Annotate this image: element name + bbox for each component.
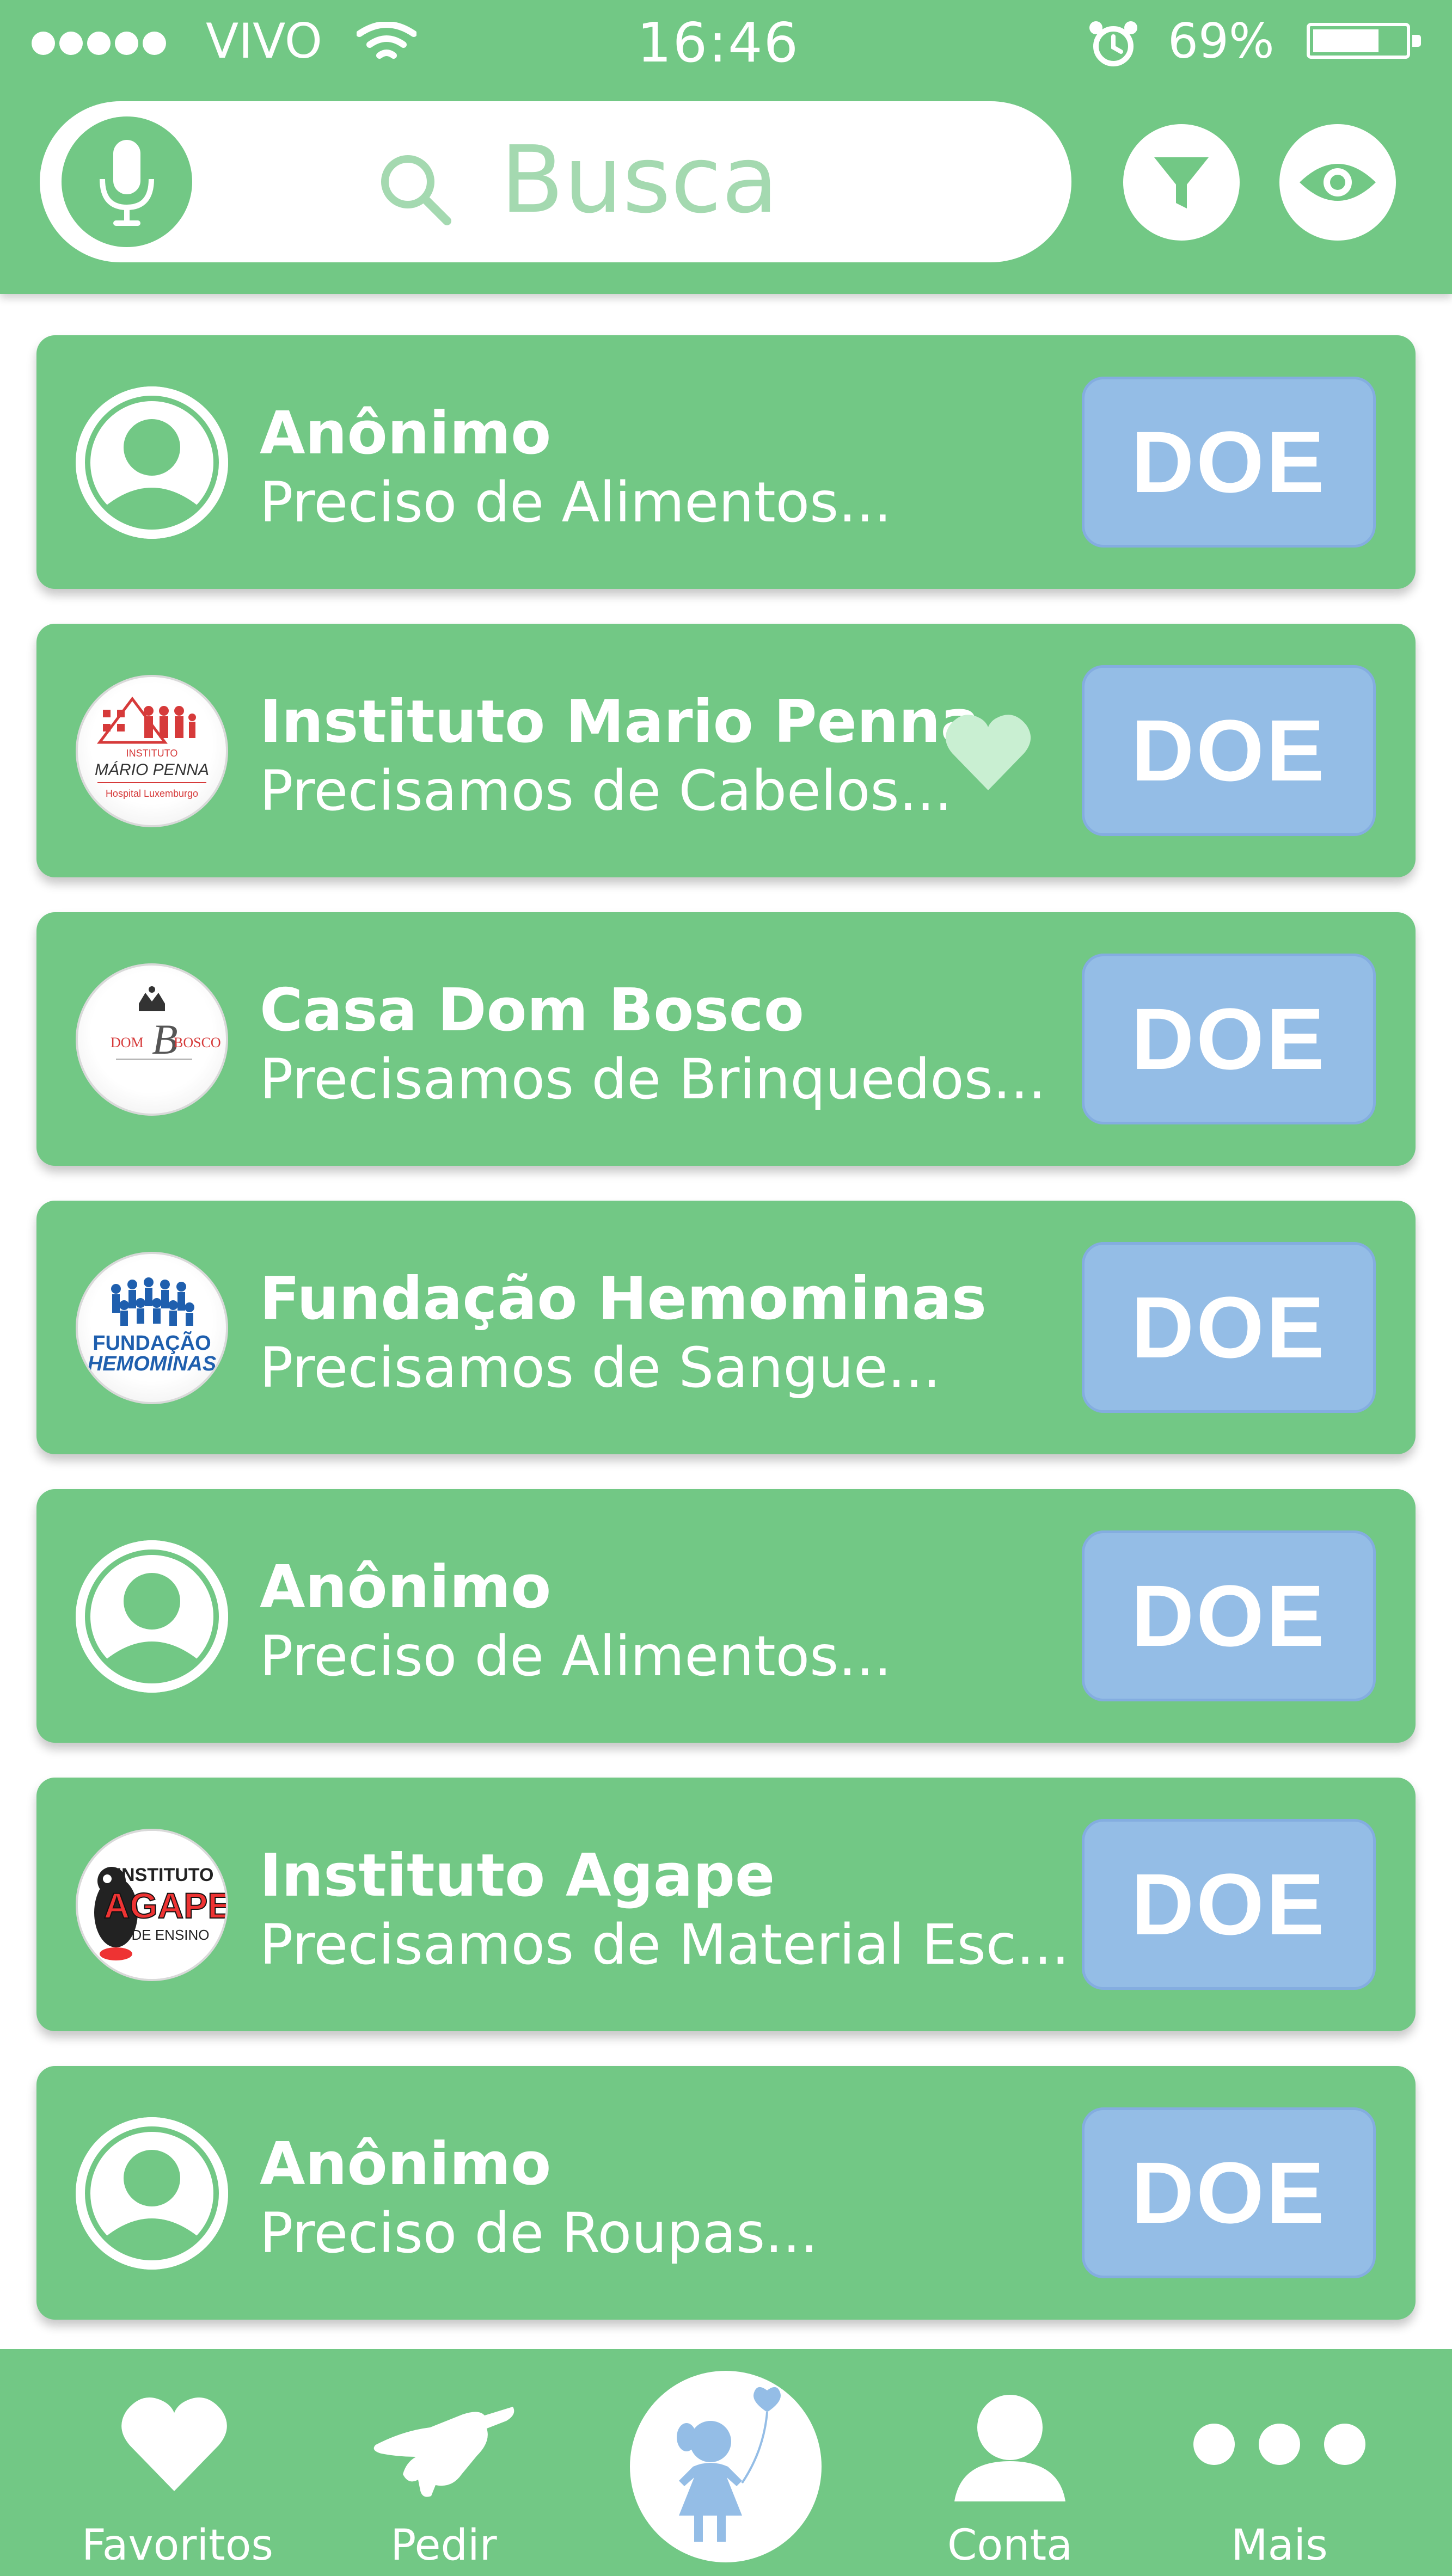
- item-name: Anônimo: [260, 399, 552, 468]
- donate-button[interactable]: DOE: [1082, 1819, 1376, 1990]
- user-avatar-icon: [76, 1540, 228, 1693]
- favorite-heart-icon[interactable]: [945, 711, 1032, 795]
- item-name: Anônimo: [260, 2130, 552, 2198]
- tab-conta[interactable]: Conta: [926, 2349, 1094, 2576]
- svg-text:HEMOMINAS: HEMOMINAS: [88, 1352, 216, 1375]
- alarm-clock-icon: [1086, 19, 1141, 70]
- view-button[interactable]: [1279, 124, 1396, 241]
- item-description: Preciso de Alimentos...: [260, 470, 892, 535]
- tab-mais[interactable]: Mais: [1187, 2349, 1372, 2576]
- agape-logo: INSTITUTO AGAPE DE ENSINO: [76, 1829, 228, 1981]
- svg-text:INSTITUTO: INSTITUTO: [117, 1865, 214, 1885]
- donate-button[interactable]: DOE: [1082, 2107, 1376, 2278]
- svg-text:BOSCO: BOSCO: [174, 1035, 221, 1050]
- mario-penna-logo: INSTITUTO MÁRIO PENNA Hospital Luxemburg…: [76, 675, 228, 827]
- tab-pedir[interactable]: Pedir: [359, 2349, 528, 2576]
- item-description: Precisamos de Sangue...: [260, 1336, 941, 1400]
- heart-icon: [121, 2397, 227, 2492]
- girl-with-balloon-icon: [677, 2387, 781, 2542]
- search-bar[interactable]: Busca: [40, 101, 1071, 262]
- item-name: Anônimo: [260, 1553, 552, 1621]
- more-dots-icon: [1193, 2424, 1365, 2465]
- filter-icon: [1154, 157, 1209, 208]
- battery-percent: 69%: [1168, 13, 1275, 69]
- tab-label: Conta: [947, 2521, 1073, 2570]
- tab-label: Favoritos: [82, 2521, 274, 2570]
- item-name: Fundação Hemominas: [260, 1265, 987, 1333]
- item-description: Preciso de Roupas...: [260, 2201, 818, 2266]
- svg-text:DE ENSINO: DE ENSINO: [131, 1927, 209, 1943]
- donate-button[interactable]: DOE: [1082, 377, 1376, 548]
- list-item[interactable]: FUNDAÇÃO HEMOMINAS Fundação Hemominas Pr…: [36, 1201, 1416, 1454]
- dom-bosco-logo: DOM B BOSCO: [76, 963, 228, 1116]
- hemominas-logo: FUNDAÇÃO HEMOMINAS: [76, 1252, 228, 1404]
- svg-text:MÁRIO PENNA: MÁRIO PENNA: [95, 761, 209, 779]
- filter-button[interactable]: [1123, 124, 1240, 241]
- signal-dots-icon: [32, 32, 166, 55]
- user-avatar-icon: [76, 2117, 228, 2270]
- donate-button[interactable]: DOE: [1082, 1530, 1376, 1701]
- donate-button[interactable]: DOE: [1082, 954, 1376, 1124]
- donate-center-button[interactable]: [630, 2371, 822, 2562]
- svg-text:AGAPE: AGAPE: [104, 1885, 226, 1926]
- tab-label: Pedir: [390, 2521, 497, 2570]
- microphone-icon: [100, 140, 154, 226]
- battery-icon: [1307, 23, 1421, 59]
- microphone-button[interactable]: [62, 116, 192, 247]
- search-icon: [377, 151, 454, 230]
- status-bar: VIVO 16:46 69%: [0, 0, 1452, 82]
- status-time: 16:46: [637, 11, 800, 75]
- svg-text:DOM: DOM: [111, 1035, 144, 1050]
- item-name: Instituto Mario Penna: [260, 688, 981, 756]
- list-item[interactable]: INSTITUTO AGAPE DE ENSINO Instituto Agap…: [36, 1778, 1416, 2031]
- item-description: Preciso de Alimentos...: [260, 1624, 892, 1689]
- app-header: VIVO 16:46 69% Busca: [0, 0, 1452, 294]
- list-item[interactable]: INSTITUTO MÁRIO PENNA Hospital Luxemburg…: [36, 624, 1416, 877]
- account-icon: [954, 2395, 1065, 2501]
- list-item[interactable]: Anônimo Preciso de Roupas... DOE: [36, 2066, 1416, 2320]
- donate-button[interactable]: DOE: [1082, 665, 1376, 836]
- user-avatar-icon: [76, 386, 228, 539]
- item-name: Instituto Agape: [260, 1842, 775, 1910]
- svg-text:Hospital Luxemburgo: Hospital Luxemburgo: [106, 788, 198, 799]
- wifi-icon: [356, 21, 417, 67]
- search-input[interactable]: Busca: [500, 134, 779, 226]
- item-description: Precisamos de Material Esc...: [260, 1913, 1070, 1977]
- item-name: Casa Dom Bosco: [260, 976, 804, 1044]
- item-description: Precisamos de Brinquedos...: [260, 1047, 1046, 1112]
- donate-button[interactable]: DOE: [1082, 1242, 1376, 1413]
- carrier-name: VIVO: [206, 13, 323, 69]
- list-item[interactable]: Anônimo Preciso de Alimentos... DOE: [36, 335, 1416, 589]
- tab-favoritos[interactable]: Favoritos: [82, 2349, 274, 2576]
- list-item[interactable]: DOM B BOSCO Casa Dom Bosco Precisamos de…: [36, 912, 1416, 1166]
- list-item[interactable]: Anônimo Preciso de Alimentos... DOE: [36, 1489, 1416, 1743]
- open-hand-icon: [373, 2407, 514, 2497]
- eye-icon: [1300, 164, 1376, 201]
- svg-text:FUNDAÇÃO: FUNDAÇÃO: [93, 1331, 211, 1355]
- tab-label: Mais: [1231, 2521, 1328, 2570]
- item-description: Precisamos de Cabelos...: [260, 759, 952, 823]
- svg-text:INSTITUTO: INSTITUTO: [126, 748, 178, 759]
